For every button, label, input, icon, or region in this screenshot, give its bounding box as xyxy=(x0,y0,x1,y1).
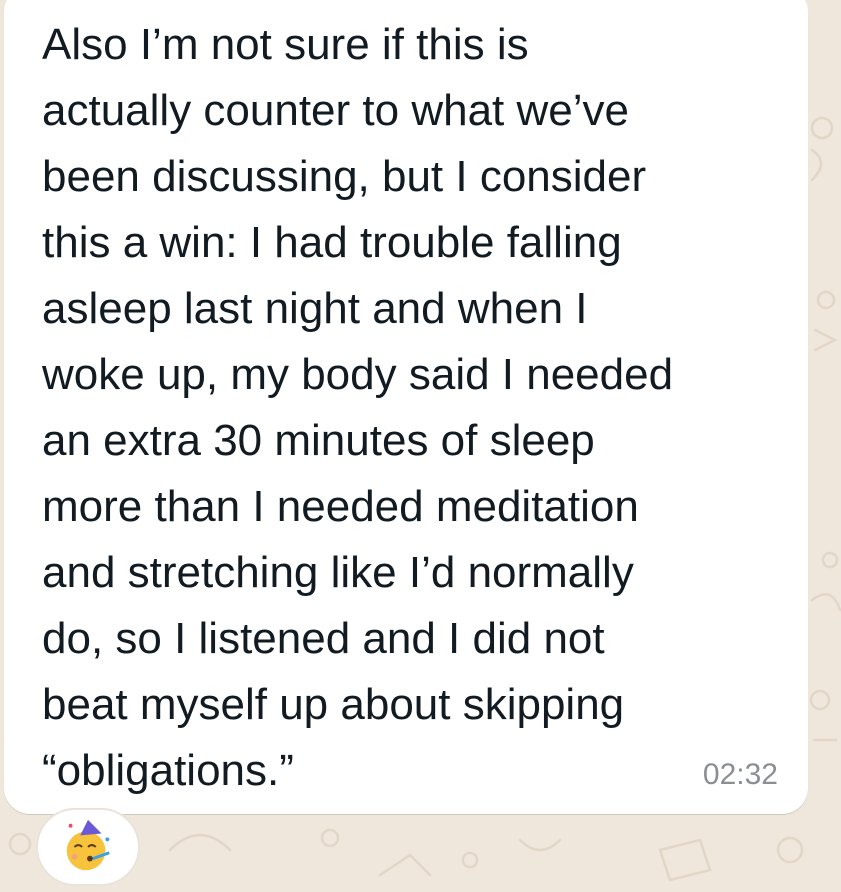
party-face-icon xyxy=(66,819,110,871)
message-timestamp: 02:32 xyxy=(702,758,778,791)
message-bubble[interactable]: Also I’m not sure if this is actually co… xyxy=(4,0,808,814)
reaction-badge[interactable] xyxy=(36,808,140,886)
message-text: Also I’m not sure if this is actually co… xyxy=(42,20,674,795)
